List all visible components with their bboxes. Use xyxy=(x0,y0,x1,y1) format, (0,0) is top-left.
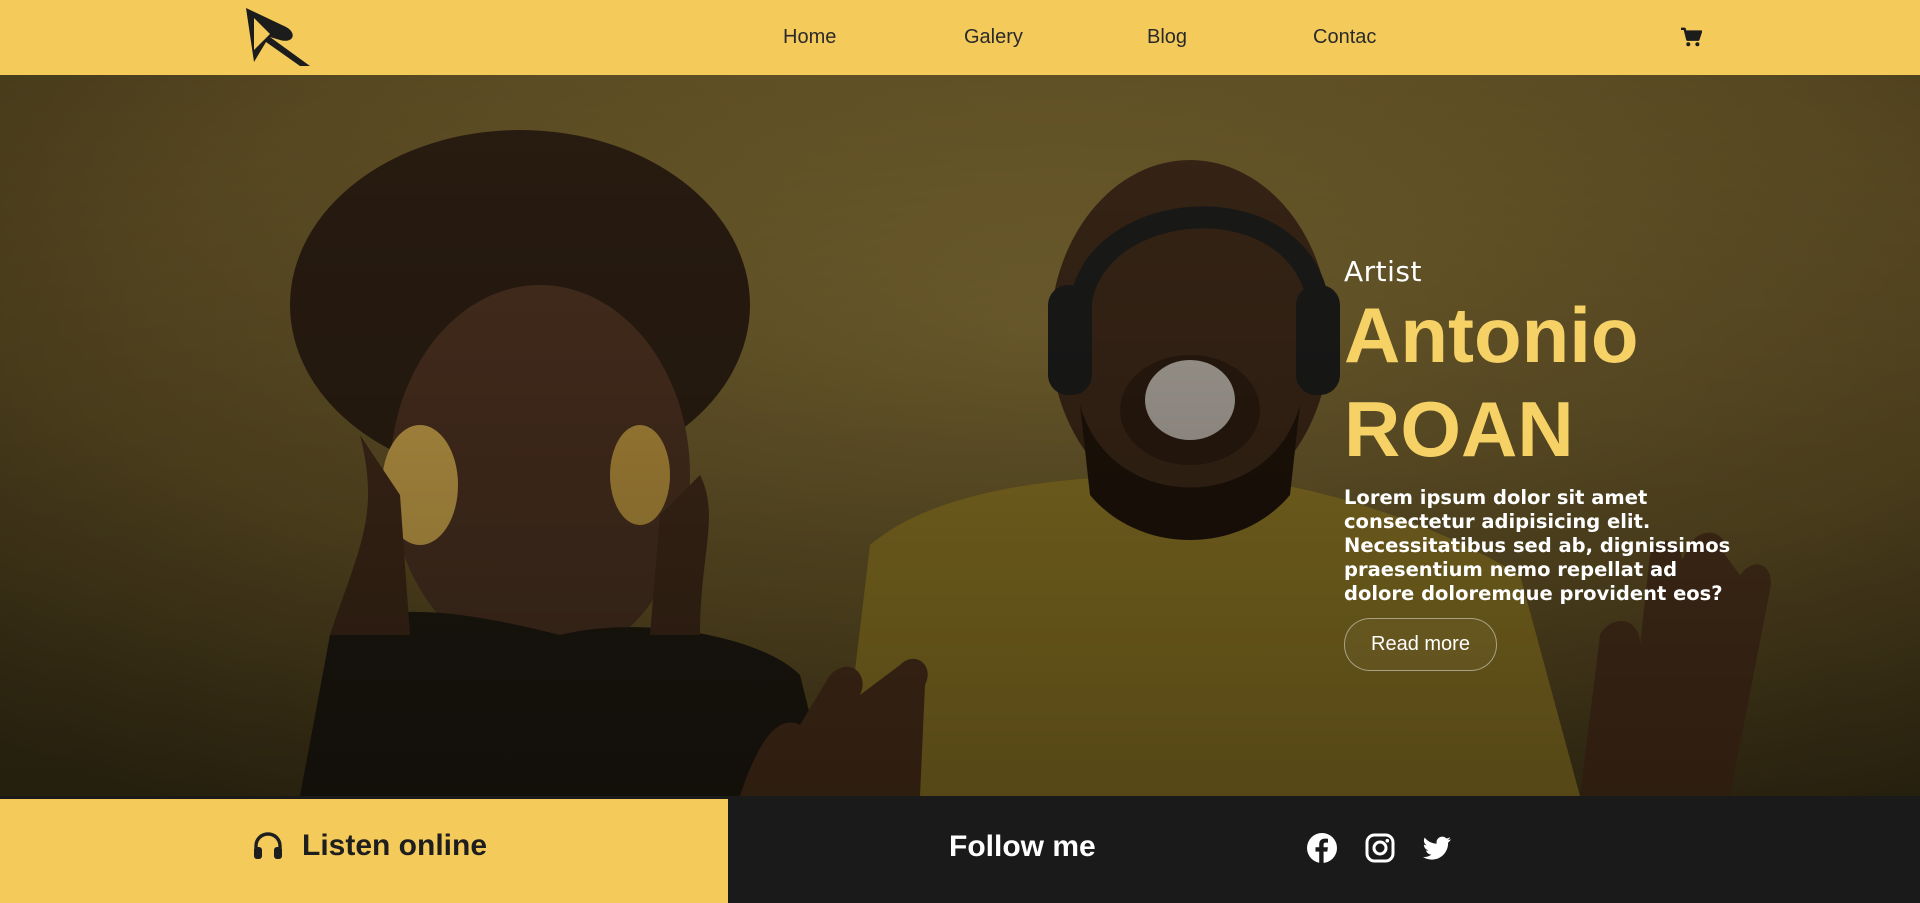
artist-name-first: Antonio xyxy=(1344,291,1639,379)
follow-me-panel: Follow me xyxy=(728,796,1920,903)
artist-name-last: ROAN xyxy=(1344,385,1574,473)
instagram-icon[interactable] xyxy=(1365,833,1395,863)
facebook-icon[interactable] xyxy=(1307,833,1337,863)
nav-link-galery[interactable]: Galery xyxy=(964,26,1023,49)
listen-online-button[interactable]: Listen online xyxy=(252,829,487,863)
hero-section: Artist Antonio ROAN Lorem ipsum dolor si… xyxy=(0,75,1920,796)
follow-me-label: Follow me xyxy=(949,830,1096,863)
navbar: Home Galery Blog Contac xyxy=(0,0,1920,75)
twitter-icon[interactable] xyxy=(1422,833,1452,863)
listen-online-panel: Listen online xyxy=(0,799,728,903)
shopping-cart-icon[interactable] xyxy=(1680,27,1702,47)
hero-text-block: Artist Antonio ROAN Lorem ipsum dolor si… xyxy=(1344,255,1744,671)
listen-online-label: Listen online xyxy=(302,829,488,862)
headphones-icon xyxy=(254,832,282,859)
nav-link-contac[interactable]: Contac xyxy=(1313,26,1376,49)
brand-logo[interactable] xyxy=(240,4,316,68)
nav-link-home[interactable]: Home xyxy=(783,26,836,49)
artist-bio: Lorem ipsum dolor sit amet consectetur a… xyxy=(1344,486,1731,605)
artist-label: Artist xyxy=(1344,255,1422,288)
nav-link-blog[interactable]: Blog xyxy=(1147,26,1187,49)
read-more-button[interactable]: Read more xyxy=(1344,618,1497,671)
